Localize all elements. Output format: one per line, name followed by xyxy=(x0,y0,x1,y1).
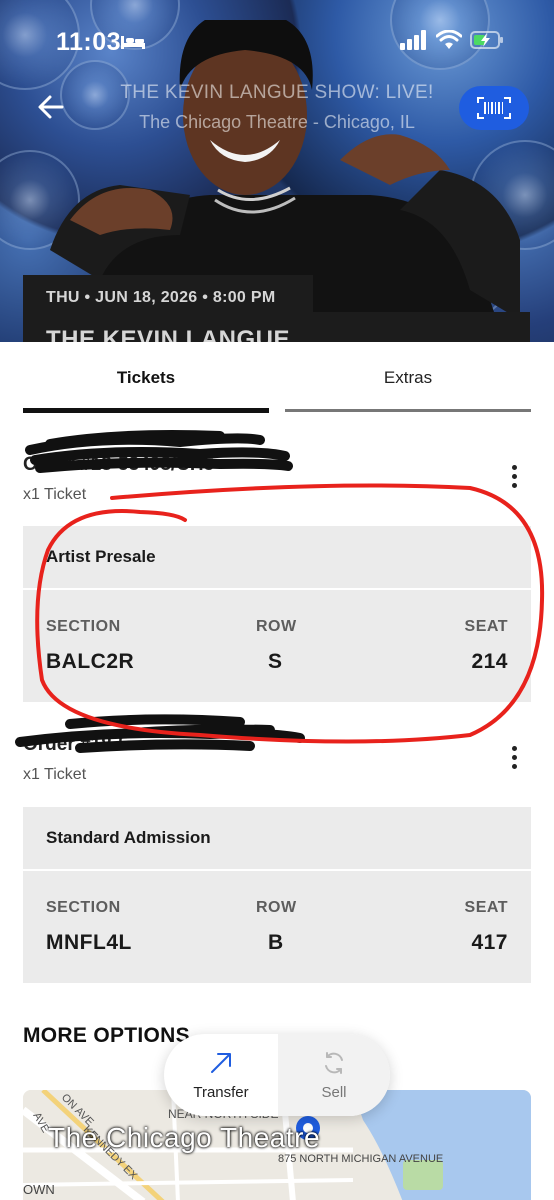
row-label: ROW xyxy=(256,618,297,635)
tab-tickets-indicator xyxy=(23,408,269,413)
seat-value: 417 xyxy=(471,931,508,954)
section-value: BALC2R xyxy=(46,650,135,673)
event-date-time: THU • JUN 18, 2026 • 8:00 PM xyxy=(46,289,276,306)
map-street-label: OWN xyxy=(23,1182,55,1197)
redaction-scribble xyxy=(15,714,305,753)
transfer-button[interactable]: Transfer xyxy=(164,1034,278,1116)
transfer-arrow-icon xyxy=(211,1052,231,1073)
sell-button[interactable]: Sell xyxy=(278,1034,390,1116)
event-info-card-extension xyxy=(313,312,530,342)
ticket-count: x1 Ticket xyxy=(23,766,87,783)
tab-bar: Tickets Extras xyxy=(23,342,531,414)
seat-info-card[interactable]: SECTION ROW SEAT MNFL4L B 417 xyxy=(23,871,531,983)
tab-tickets[interactable]: Tickets xyxy=(23,342,269,414)
seat-info-card[interactable]: SECTION ROW SEAT BALC2R S 214 xyxy=(23,590,531,702)
status-time: 11:03 xyxy=(56,28,122,56)
section-label: SECTION xyxy=(46,899,121,916)
map-address-label: 875 NORTH MICHIGAN AVENUE xyxy=(278,1153,443,1165)
sell-label: Sell xyxy=(321,1083,347,1101)
row-label: ROW xyxy=(256,899,297,916)
tab-extras[interactable]: Extras xyxy=(285,342,531,414)
cellular-signal-icon xyxy=(400,30,426,50)
seat-label: SEAT xyxy=(464,618,508,635)
order-menu-button[interactable] xyxy=(500,460,528,492)
order-menu-button[interactable] xyxy=(500,741,528,773)
sell-refresh-icon xyxy=(325,1051,343,1074)
transfer-label: Transfer xyxy=(193,1083,249,1101)
section-label: SECTION xyxy=(46,618,121,635)
event-hero-image: 11:03 THE KEVIN LANGUE SHOW: LIVE! The C xyxy=(0,0,554,342)
wifi-icon xyxy=(436,30,462,49)
section-value: MNFL4L xyxy=(46,931,132,954)
tab-extras-indicator xyxy=(285,409,531,412)
row-value: B xyxy=(268,931,284,954)
row-value: S xyxy=(268,650,283,673)
map-venue-label: The Chicago Theatre xyxy=(48,1122,321,1153)
redaction-scribble xyxy=(25,430,293,473)
status-indicators xyxy=(400,30,504,50)
seat-value: 214 xyxy=(471,650,508,673)
ticket-type: Artist Presale xyxy=(23,526,531,588)
battery-charging-icon xyxy=(470,31,503,49)
sleep-focus-icon xyxy=(121,36,145,49)
scan-ticket-button[interactable] xyxy=(459,86,529,130)
ticket-actions-pill: Transfer Sell xyxy=(164,1034,390,1116)
ticket-count: x1 Ticket xyxy=(23,486,87,503)
seat-label: SEAT xyxy=(464,899,508,916)
ticket-type: Standard Admission xyxy=(23,807,531,869)
barcode-scan-icon xyxy=(477,97,511,119)
event-name: THE KEVIN LANGUE xyxy=(46,326,291,342)
